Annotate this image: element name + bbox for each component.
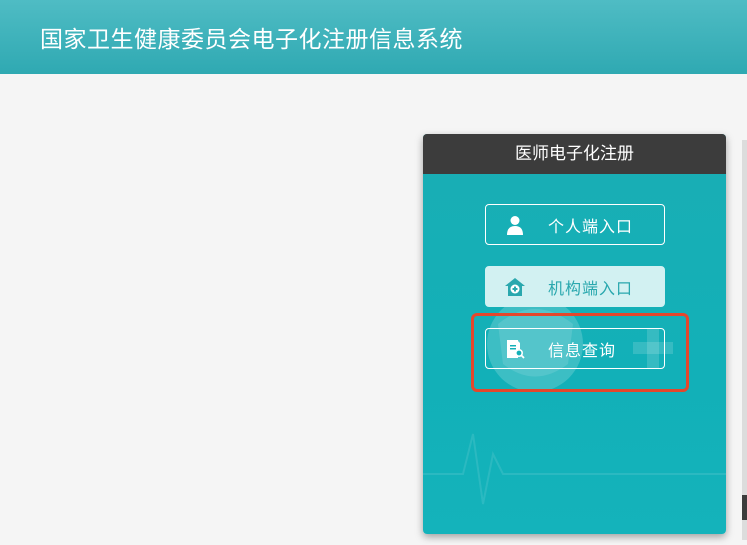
adjacent-panel-edge [742,140,747,540]
app-header: 国家卫生健康委员会电子化注册信息系统 [0,0,747,74]
personal-entry-button[interactable]: 个人端入口 [485,204,665,245]
personal-entry-label: 个人端入口 [548,216,634,236]
person-icon [504,214,526,236]
card-title: 医师电子化注册 [423,134,726,174]
card-body: 个人端入口 机构端入口 信息查询 [423,174,726,534]
medical-house-icon [504,276,526,298]
app-title: 国家卫生健康委员会电子化注册信息系统 [40,27,463,53]
physician-registration-card: 医师电子化注册 个人端入口 机构端入口 信息查询 [423,134,726,534]
info-query-label: 信息查询 [548,340,617,360]
organization-entry-button[interactable]: 机构端入口 [485,266,665,307]
organization-entry-label: 机构端入口 [548,278,634,298]
adjacent-panel-edge-dark [742,495,747,520]
info-query-button[interactable]: 信息查询 [485,328,665,369]
document-search-icon [504,338,526,360]
